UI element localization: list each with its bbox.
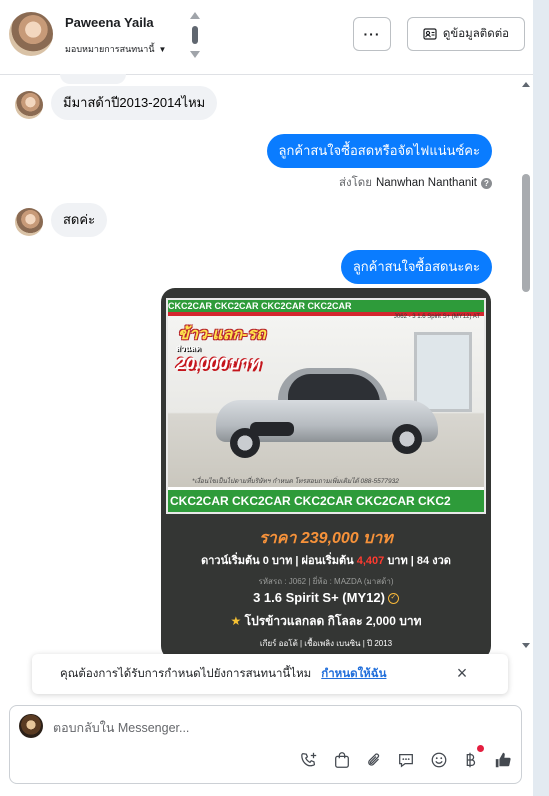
sender-avatar bbox=[15, 208, 43, 236]
incoming-message[interactable]: สดค่ะ bbox=[51, 203, 108, 237]
message-scrollbar[interactable] bbox=[519, 78, 533, 650]
chevron-down-icon[interactable] bbox=[190, 51, 200, 58]
page-avatar bbox=[19, 714, 43, 738]
sent-by-label: ส่งโดย Nanwhan Nanthanit ? bbox=[339, 174, 492, 192]
promo-text: โปรข้าวแลกลด กิโลละ 2,000 บาท bbox=[244, 614, 422, 628]
terms-period: บาท | 84 งวด bbox=[387, 555, 451, 567]
outgoing-message[interactable]: ลูกค้าสนใจซื้อสดหรือจัดไฟแน่นซ์คะ bbox=[266, 134, 492, 168]
listing-terms: ดาวน์เริ่มต้น 0 บาท | ผ่อนเริ่มต้น 4,407… bbox=[161, 551, 491, 569]
brand-band-bottom: CKC2CAR CKC2CAR CKC2CAR CKC2CAR CKC2 bbox=[168, 490, 484, 512]
emoji-icon[interactable] bbox=[429, 750, 449, 770]
scrollbar-thumb[interactable] bbox=[522, 174, 530, 292]
paperclip-icon[interactable] bbox=[364, 750, 384, 770]
window-edge bbox=[533, 0, 549, 796]
sent-by-prefix: ส่งโดย bbox=[338, 177, 372, 189]
listing-spec: รหัสรถ : J062 | ยี่ห้อ : MAZDA (มาสด้า) bbox=[258, 577, 394, 586]
quick-reply-icon[interactable] bbox=[396, 750, 416, 770]
verified-icon: ✓ bbox=[387, 593, 399, 605]
close-icon[interactable]: × bbox=[453, 664, 471, 682]
listing-promo: ★ โปรข้าวแลกลด กิโลละ 2,000 บาท bbox=[161, 612, 491, 631]
caret-down-icon: ▼ bbox=[158, 44, 167, 54]
outgoing-message[interactable]: ลูกค้าสนใจซื้อสดนะคะ bbox=[340, 250, 492, 284]
notice-text: คุณต้องการได้รับการกำหนดไปยังการสนทนานี้… bbox=[60, 668, 312, 680]
assign-notice: คุณต้องการได้รับการกำหนดไปยังการสนทนานี้… bbox=[32, 654, 508, 694]
scroll-down-icon[interactable] bbox=[522, 643, 530, 648]
message-composer bbox=[9, 705, 522, 784]
conversation-stepper[interactable] bbox=[189, 12, 201, 58]
car-illustration bbox=[216, 362, 438, 458]
sender-avatar bbox=[15, 91, 43, 119]
car-photo: CKC2CAR CKC2CAR CKC2CAR CKC2CAR J062 - 3… bbox=[166, 298, 486, 514]
listing-model: 3 1.6 Spirit S+ (MY12) ✓ bbox=[161, 590, 491, 605]
notification-dot bbox=[477, 745, 484, 752]
listing-price: ราคา 239,000 บาท bbox=[259, 530, 393, 547]
photo-disclaimer: *เงื่อนไขเป็นไปตามที่บริษัทฯ กำหนด โทรสอ… bbox=[192, 478, 399, 485]
contact-info-label: ดูข้อมูลติดต่อ bbox=[442, 28, 510, 40]
avatar[interactable] bbox=[9, 12, 53, 56]
contact-name[interactable]: Paweena Yaila bbox=[65, 15, 154, 30]
shopping-bag-icon[interactable] bbox=[332, 750, 352, 770]
assign-to-me-link[interactable]: กำหนดให้ฉัน bbox=[321, 665, 386, 683]
help-icon[interactable]: ? bbox=[481, 177, 492, 189]
star-icon: ★ bbox=[230, 614, 242, 628]
listing-meta: เกียร์ ออโต้ | เชื้อเพลิง เบนซิน | ปี 20… bbox=[259, 639, 393, 648]
scroll-up-icon[interactable] bbox=[522, 82, 530, 87]
thumbs-up-icon[interactable] bbox=[493, 750, 513, 770]
model-name: 3 1.6 Spirit S+ (MY12) bbox=[253, 590, 385, 605]
chat-panel: Paweena Yaila มอบหมายการสนทนานี้ ▼ ··· ด… bbox=[0, 0, 533, 796]
more-options-button[interactable]: ··· bbox=[353, 17, 391, 51]
reply-input[interactable] bbox=[53, 718, 493, 738]
incoming-message[interactable]: มีมาสด้าปี2013-2014ไหม bbox=[51, 86, 218, 120]
stepper-handle bbox=[192, 26, 198, 44]
listing-image-message[interactable]: CKC2CAR CKC2CAR CKC2CAR CKC2CAR J062 - 3… bbox=[161, 288, 491, 660]
brand-band-top: CKC2CAR CKC2CAR CKC2CAR CKC2CAR bbox=[168, 300, 484, 312]
message-bubble-partial bbox=[60, 74, 126, 84]
listing-tag: J062 - 3 1.6 Spirit S+ (MY12) AT bbox=[393, 314, 480, 320]
assign-label: มอบหมายการสนทนานี้ bbox=[65, 44, 155, 54]
assign-conversation-dropdown[interactable]: มอบหมายการสนทนานี้ ▼ bbox=[65, 42, 166, 56]
sent-by-name: Nanwhan Nanthanit bbox=[375, 177, 477, 189]
contact-card-icon bbox=[423, 28, 437, 40]
baht-icon[interactable] bbox=[460, 750, 480, 770]
conversation-header: Paweena Yaila มอบหมายการสนทนานี้ ▼ ··· ด… bbox=[0, 0, 533, 75]
terms-installment: 4,407 bbox=[356, 555, 385, 567]
chevron-up-icon[interactable] bbox=[190, 12, 200, 19]
phone-add-icon[interactable] bbox=[299, 750, 319, 770]
terms-down: ดาวน์เริ่มต้น 0 บาท | ผ่อนเริ่มต้น bbox=[201, 555, 354, 567]
view-contact-info-button[interactable]: ดูข้อมูลติดต่อ bbox=[407, 17, 525, 51]
